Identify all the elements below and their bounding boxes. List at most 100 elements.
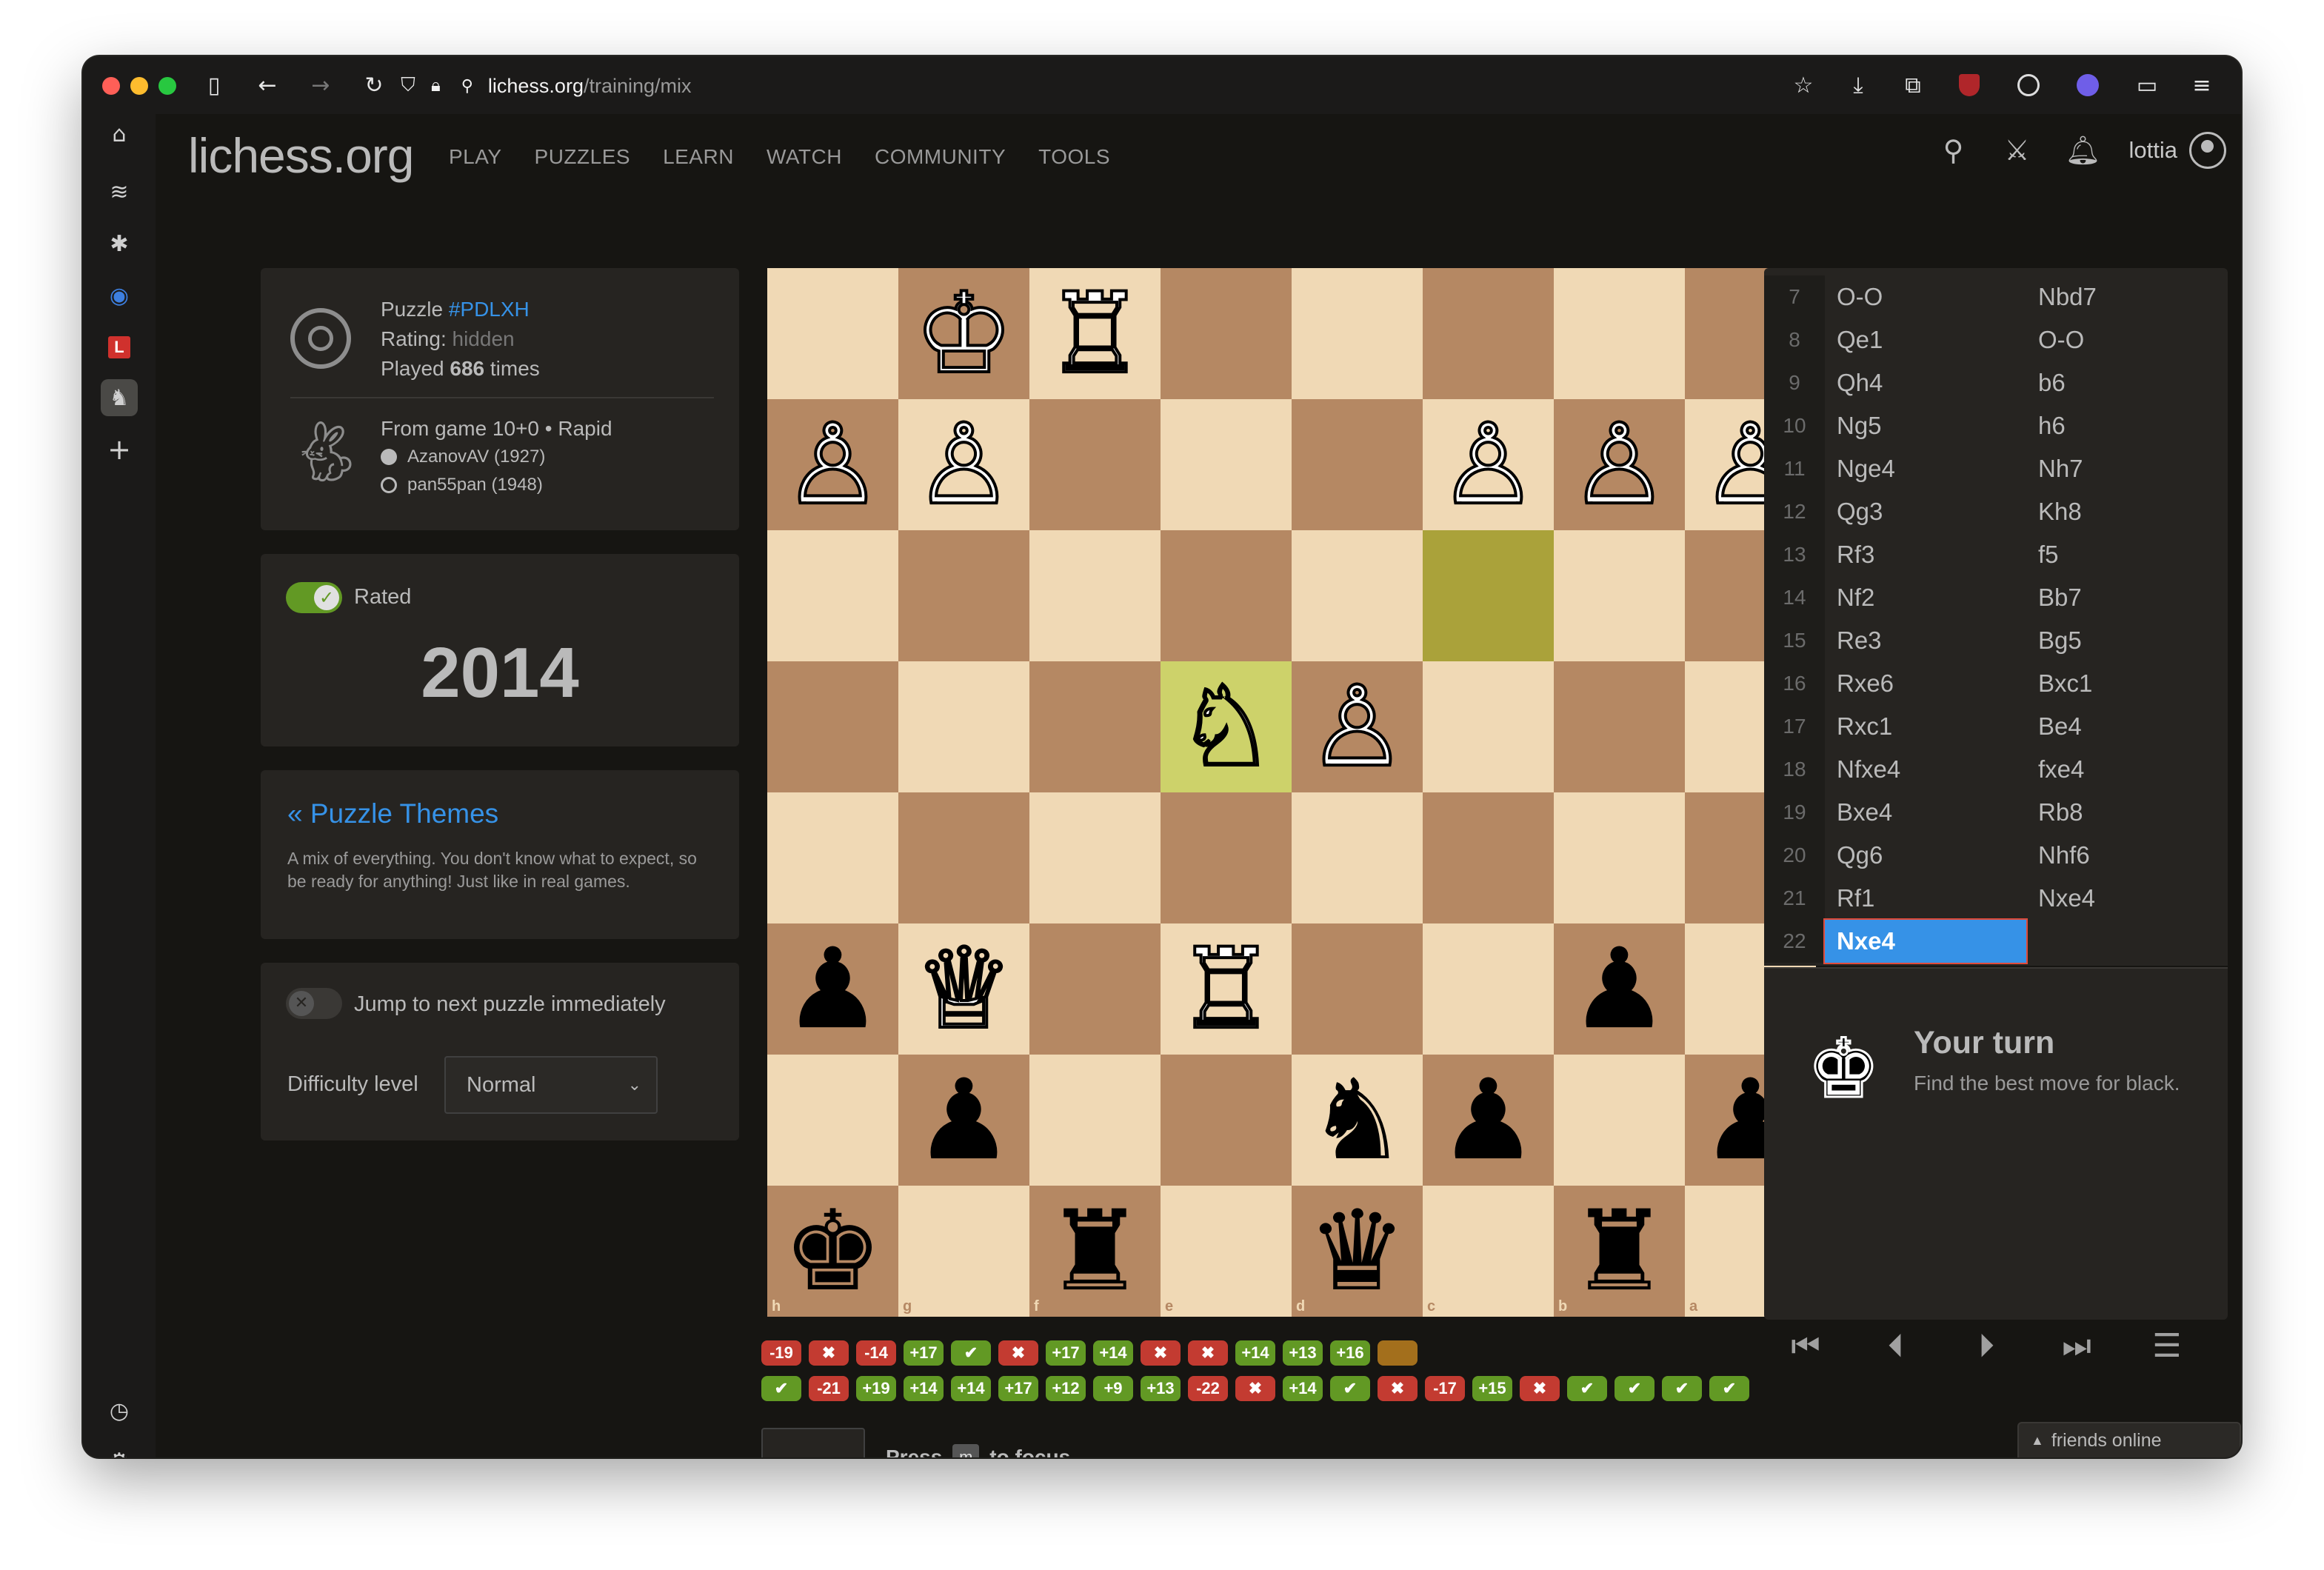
board-square-d7[interactable]: ♞ xyxy=(1292,1055,1423,1186)
streak-badge[interactable]: ✔ xyxy=(1662,1376,1702,1401)
source-game[interactable]: From game 10+0 • Rapid xyxy=(381,415,612,443)
black-king-piece[interactable]: ♚ xyxy=(783,1196,882,1307)
streak-badge[interactable]: +13 xyxy=(1141,1376,1181,1401)
board-square-d6[interactable] xyxy=(1292,923,1423,1055)
board-square-c1[interactable] xyxy=(1423,268,1554,399)
close-window-button[interactable] xyxy=(102,77,120,95)
chess-board[interactable]: ♔♖1♙♙♙♙♙23♘♙45♟♕♖♟6♟♞♟♟7♚hg♜fe♛dc♜b8a xyxy=(767,268,1816,1317)
player-black[interactable]: pan55pan (1948) xyxy=(381,471,612,499)
streak-badge[interactable]: ✔ xyxy=(1709,1376,1749,1401)
board-square-b1[interactable] xyxy=(1554,268,1685,399)
black-move[interactable]: Nhf6 xyxy=(2026,834,2228,877)
search-app-icon[interactable]: ◉ xyxy=(101,277,138,314)
white-move[interactable]: Nge4 xyxy=(1825,447,2026,490)
white-move[interactable]: Rf3 xyxy=(1825,533,2026,576)
streak-badge[interactable]: -22 xyxy=(1188,1376,1228,1401)
streak-badge[interactable]: ✖ xyxy=(998,1340,1038,1366)
extension-circle-icon[interactable] xyxy=(2013,70,2044,101)
board-square-b3[interactable] xyxy=(1554,530,1685,661)
board-square-f1[interactable]: ♖ xyxy=(1029,268,1161,399)
black-rook-piece[interactable]: ♜ xyxy=(1569,1196,1669,1307)
board-square-f7[interactable] xyxy=(1029,1055,1161,1186)
nav-community[interactable]: COMMUNITY xyxy=(875,145,1006,169)
streak-badge[interactable]: +16 xyxy=(1330,1340,1370,1366)
board-square-e5[interactable] xyxy=(1161,792,1292,923)
board-square-f2[interactable] xyxy=(1029,399,1161,530)
white-move[interactable]: Qg6 xyxy=(1825,834,2026,877)
white-move[interactable]: Qg3 xyxy=(1825,490,2026,533)
board-square-c8[interactable]: c xyxy=(1423,1186,1554,1317)
streak-badge[interactable]: ✔ xyxy=(1330,1376,1370,1401)
streak-badge[interactable]: +13 xyxy=(1283,1340,1323,1366)
black-move[interactable]: Be4 xyxy=(2026,705,2228,748)
board-square-f8[interactable]: ♜ f xyxy=(1029,1186,1161,1317)
white-pawn-piece[interactable]: ♙ xyxy=(1306,670,1408,784)
app-l-icon[interactable]: L xyxy=(101,329,138,366)
board-square-g5[interactable] xyxy=(898,792,1029,923)
streak-badge[interactable]: ✔ xyxy=(761,1376,801,1401)
white-rook-piece[interactable]: ♖ xyxy=(1175,932,1277,1046)
streak-badge[interactable]: ✖ xyxy=(1141,1340,1181,1366)
streak-badge[interactable]: ✖ xyxy=(1235,1376,1275,1401)
download-icon[interactable]: ⤓ xyxy=(1843,70,1874,101)
puzzle-id-link[interactable]: #PDLXH xyxy=(449,298,530,321)
extensions-icon[interactable]: ⧉ xyxy=(1897,70,1929,101)
streak-badge[interactable]: -19 xyxy=(761,1340,801,1366)
black-pawn-piece[interactable]: ♟ xyxy=(783,934,882,1045)
lichess-tab-icon[interactable]: ♞ xyxy=(101,379,138,416)
reader-icon[interactable]: ▭ xyxy=(2131,70,2163,101)
board-square-g1[interactable]: ♔ xyxy=(898,268,1029,399)
white-knight-piece[interactable]: ♘ xyxy=(1175,670,1277,784)
black-move[interactable]: Nbd7 xyxy=(2026,275,2228,318)
streak-badge[interactable]: ✖ xyxy=(1520,1376,1560,1401)
board-square-e7[interactable] xyxy=(1161,1055,1292,1186)
black-pawn-piece[interactable]: ♟ xyxy=(1569,934,1669,1045)
streak-badge[interactable]: -21 xyxy=(809,1376,849,1401)
nav-learn[interactable]: LEARN xyxy=(663,145,734,169)
analysis-menu-icon[interactable]: ☰ xyxy=(2145,1327,2189,1365)
streak-badge[interactable]: +17 xyxy=(1046,1340,1086,1366)
nav-tools[interactable]: TOOLS xyxy=(1038,145,1110,169)
minimize-window-button[interactable] xyxy=(130,77,148,95)
nav-play[interactable]: PLAY xyxy=(449,145,502,169)
board-square-f5[interactable] xyxy=(1029,792,1161,923)
board-square-g2[interactable]: ♙ xyxy=(898,399,1029,530)
board-square-f3[interactable] xyxy=(1029,530,1161,661)
feed-icon[interactable]: ≋ xyxy=(101,173,138,210)
back-icon[interactable]: ← xyxy=(252,70,283,101)
user-avatar-icon[interactable] xyxy=(2189,132,2226,169)
shield-icon[interactable]: ⛉ xyxy=(393,70,424,101)
streak-badge[interactable]: ✔ xyxy=(951,1340,991,1366)
white-pawn-piece[interactable]: ♙ xyxy=(912,408,1015,522)
board-square-d3[interactable] xyxy=(1292,530,1423,661)
black-move[interactable]: fxe4 xyxy=(2026,748,2228,791)
black-pawn-piece[interactable]: ♟ xyxy=(1438,1065,1537,1176)
sidebar-toggle-icon[interactable]: ▯ xyxy=(198,70,230,101)
board-square-b6[interactable]: ♟ xyxy=(1554,923,1685,1055)
jump-toggle[interactable]: ✕ xyxy=(286,988,342,1019)
forward-icon[interactable]: → xyxy=(305,70,336,101)
black-move[interactable]: Rb8 xyxy=(2026,791,2228,834)
url-bar[interactable]: 🔒︎ ⚲ lichess.org/training/mix xyxy=(431,70,692,102)
notification-bell-icon[interactable]: 🔔︎ xyxy=(2066,134,2101,167)
board-square-c3[interactable] xyxy=(1423,530,1554,661)
board-square-h7[interactable] xyxy=(767,1055,898,1186)
black-rook-piece[interactable]: ♜ xyxy=(1045,1196,1144,1307)
board-square-c4[interactable] xyxy=(1423,661,1554,792)
friends-online-box[interactable]: ▲ friends online xyxy=(2017,1422,2241,1457)
black-queen-piece[interactable]: ♛ xyxy=(1307,1196,1406,1307)
extension-purple-icon[interactable] xyxy=(2072,70,2103,101)
board-square-e2[interactable] xyxy=(1161,399,1292,530)
settings-gear-icon[interactable]: ⚙ xyxy=(101,1443,138,1458)
white-king-piece[interactable]: ♔ xyxy=(912,277,1015,391)
black-move[interactable]: Bb7 xyxy=(2026,576,2228,619)
add-icon[interactable]: + xyxy=(101,431,138,468)
streak-badge[interactable]: +14 xyxy=(1283,1376,1323,1401)
board-square-h3[interactable] xyxy=(767,530,898,661)
streak-badge[interactable]: ✔ xyxy=(1615,1376,1654,1401)
streak-badge[interactable]: +15 xyxy=(1472,1376,1512,1401)
board-square-b8[interactable]: ♜ b xyxy=(1554,1186,1685,1317)
black-move[interactable]: Kh8 xyxy=(2026,490,2228,533)
white-move[interactable]: Rf1 xyxy=(1825,877,2026,920)
streak-badge[interactable]: +14 xyxy=(1235,1340,1275,1366)
